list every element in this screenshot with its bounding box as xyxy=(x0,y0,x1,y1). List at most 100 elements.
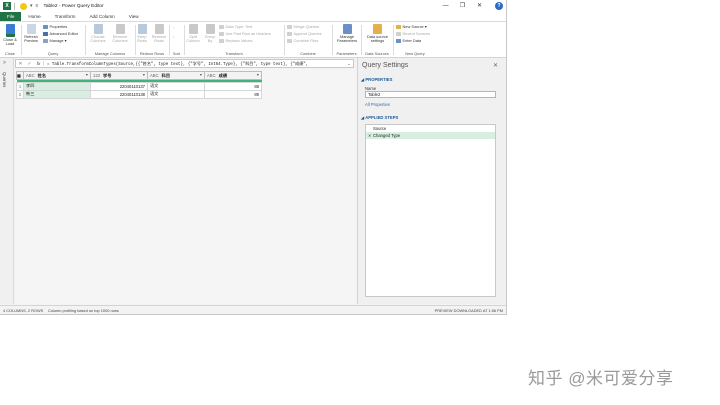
table-cell[interactable]: 语文 xyxy=(147,89,205,99)
split-column-label: Split Column xyxy=(186,34,200,44)
choose-columns-button[interactable]: Choose Columns xyxy=(87,24,109,44)
new-source-button[interactable]: New Source ▾ xyxy=(396,24,427,30)
data-source-settings-icon xyxy=(373,24,382,34)
group-label-manage-columns: Manage Columns xyxy=(94,51,126,56)
group-label-data-sources: Data Sources xyxy=(365,51,389,56)
filter-dropdown-icon[interactable]: ▾ xyxy=(143,72,145,77)
tab-add-column[interactable]: Add Column xyxy=(82,12,121,21)
table-row[interactable]: 2 韩三 22040110138 语文 89 xyxy=(16,89,262,99)
column-header-name[interactable]: ABC 姓名 ▾ xyxy=(23,71,91,80)
table-row[interactable]: 1 李四 22040110137 语文 88 xyxy=(16,81,262,91)
close-query-settings-icon[interactable]: ✕ xyxy=(493,62,498,69)
remove-columns-label: Remove Columns xyxy=(112,34,128,44)
choose-columns-label: Choose Columns xyxy=(90,34,106,44)
table-cell[interactable]: 语文 xyxy=(147,81,205,91)
delete-step-icon[interactable]: ✕ xyxy=(368,132,372,139)
expand-queries-icon[interactable]: > xyxy=(3,60,6,66)
minimize-button[interactable]: — xyxy=(437,0,454,12)
group-label-transform: Transform xyxy=(225,51,243,56)
table-menu-button[interactable]: ▦ xyxy=(16,71,24,80)
remove-rows-button[interactable]: Remove Rows xyxy=(150,24,168,44)
refresh-preview-button[interactable]: Refresh Preview xyxy=(21,24,41,44)
properties-section-header[interactable]: ◢ PROPERTIES xyxy=(361,77,392,82)
title-bar: X ▾ ≡ Table2 - Power Query Editor — ❐ ✕ … xyxy=(0,0,506,12)
profiling-mode-toggle[interactable]: Column profiling based on top 1000 rows xyxy=(48,306,119,314)
text-type-icon[interactable]: ABC xyxy=(207,73,216,78)
data-type-dropdown[interactable]: Data Type: Text xyxy=(219,24,252,30)
combine-files-button[interactable]: Combine Files xyxy=(287,38,318,44)
column-header-id[interactable]: 123 学号 ▾ xyxy=(90,71,148,80)
append-queries-label: Append Queries xyxy=(293,31,322,36)
sort-descending-icon[interactable]: ↓ xyxy=(173,34,175,40)
properties-button[interactable]: Properties xyxy=(43,24,67,30)
group-label-query: Query xyxy=(47,51,59,56)
quick-access-dropdown-icon[interactable]: ▾ xyxy=(30,3,33,9)
text-type-icon[interactable]: ABC xyxy=(26,73,35,78)
properties-icon xyxy=(43,25,48,29)
tab-view[interactable]: View xyxy=(122,12,146,21)
table-cell[interactable]: 22040110138 xyxy=(90,89,148,99)
watermark: 知乎 @米可爱分享 xyxy=(528,369,674,388)
applied-steps-section-header[interactable]: ◢ APPLIED STEPS xyxy=(361,115,398,120)
manage-parameters-button[interactable]: Manage Parameters xyxy=(335,24,359,44)
restore-button[interactable]: ❐ xyxy=(454,0,471,12)
number-type-icon[interactable]: 123 xyxy=(93,73,100,78)
table-cell[interactable]: 22040110137 xyxy=(90,81,148,91)
enter-data-button[interactable]: Enter Data xyxy=(396,38,421,44)
commit-formula-icon[interactable]: ✓ xyxy=(25,61,34,67)
recent-sources-button[interactable]: Recent Sources xyxy=(396,31,430,37)
filter-dropdown-icon[interactable]: ▾ xyxy=(257,72,259,77)
split-column-button[interactable]: Split Column xyxy=(184,24,202,44)
help-icon[interactable]: ? xyxy=(495,2,503,10)
queries-pane-collapsed[interactable]: > Queries xyxy=(0,58,14,304)
row-number: 2 xyxy=(16,89,24,99)
all-properties-link[interactable]: All Properties xyxy=(365,102,390,107)
applied-step[interactable]: Source xyxy=(366,125,495,132)
data-type-label: Data Type: Text xyxy=(225,24,253,29)
header-row: ▦ ABC 姓名 ▾ 123 学号 ▾ ABC 科目 ▾ ABC 成绩 ▾ xyxy=(16,71,262,80)
append-queries-button[interactable]: Append Queries xyxy=(287,31,322,37)
applied-step-selected[interactable]: ✕ Changed Type xyxy=(366,132,495,139)
refresh-icon xyxy=(26,24,36,34)
tab-transform[interactable]: Transform xyxy=(48,12,83,21)
table-cell[interactable]: 88 xyxy=(204,81,262,91)
text-type-icon[interactable]: ABC xyxy=(150,73,159,78)
first-row-headers-icon xyxy=(219,32,224,36)
feedback-smiley-icon[interactable] xyxy=(20,2,27,10)
replace-values-button[interactable]: Replace Values xyxy=(219,38,252,44)
table-cell[interactable]: 89 xyxy=(204,89,262,99)
cancel-formula-icon[interactable]: ✕ xyxy=(16,61,25,67)
manage-button[interactable]: Manage ▾ xyxy=(43,38,67,44)
formula-input[interactable]: = Table.TransformColumnTypes(Source,{{"姓… xyxy=(44,61,345,67)
use-first-row-headers-button[interactable]: Use First Row as Headers xyxy=(219,31,271,37)
column-header-score[interactable]: ABC 成绩 ▾ xyxy=(204,71,262,80)
query-name-input[interactable]: Table2 xyxy=(365,91,496,98)
data-source-settings-button[interactable]: Data source settings xyxy=(364,24,391,44)
keep-rows-label: Keep Rows xyxy=(137,34,147,44)
table-cell[interactable]: 韩三 xyxy=(23,89,91,99)
table-cell[interactable]: 李四 xyxy=(23,81,91,91)
queries-label[interactable]: Queries xyxy=(2,72,7,87)
filter-dropdown-icon[interactable]: ▾ xyxy=(200,72,202,77)
close-window-button[interactable]: ✕ xyxy=(471,0,488,12)
new-source-label: New Source xyxy=(402,24,424,29)
expand-formula-icon[interactable]: ⌄ xyxy=(345,61,353,67)
group-by-button[interactable]: Group By xyxy=(202,24,218,44)
column-header-label: 成绩 xyxy=(218,72,228,78)
tab-file[interactable]: File xyxy=(0,12,22,21)
keep-rows-icon xyxy=(137,24,147,34)
keep-rows-button[interactable]: Keep Rows xyxy=(134,24,150,44)
quick-access-customize-icon[interactable]: ≡ xyxy=(36,3,39,9)
group-sort: ↑ ↓ Sort xyxy=(170,22,183,57)
tab-home[interactable]: Home xyxy=(21,12,47,21)
remove-columns-button[interactable]: Remove Columns xyxy=(109,24,131,44)
merge-queries-button[interactable]: Merge Queries xyxy=(287,24,319,30)
data-source-settings-label: Data source settings xyxy=(367,34,388,44)
advanced-editor-label: Advanced Editor xyxy=(49,31,79,36)
column-header-label: 学号 xyxy=(103,72,112,78)
column-header-subject[interactable]: ABC 科目 ▾ xyxy=(147,71,205,80)
sort-ascending-icon[interactable]: ↑ xyxy=(173,25,175,31)
filter-dropdown-icon[interactable]: ▾ xyxy=(86,72,88,77)
advanced-editor-button[interactable]: Advanced Editor xyxy=(43,31,78,37)
close-and-load-button[interactable]: Close & Load xyxy=(0,24,21,47)
